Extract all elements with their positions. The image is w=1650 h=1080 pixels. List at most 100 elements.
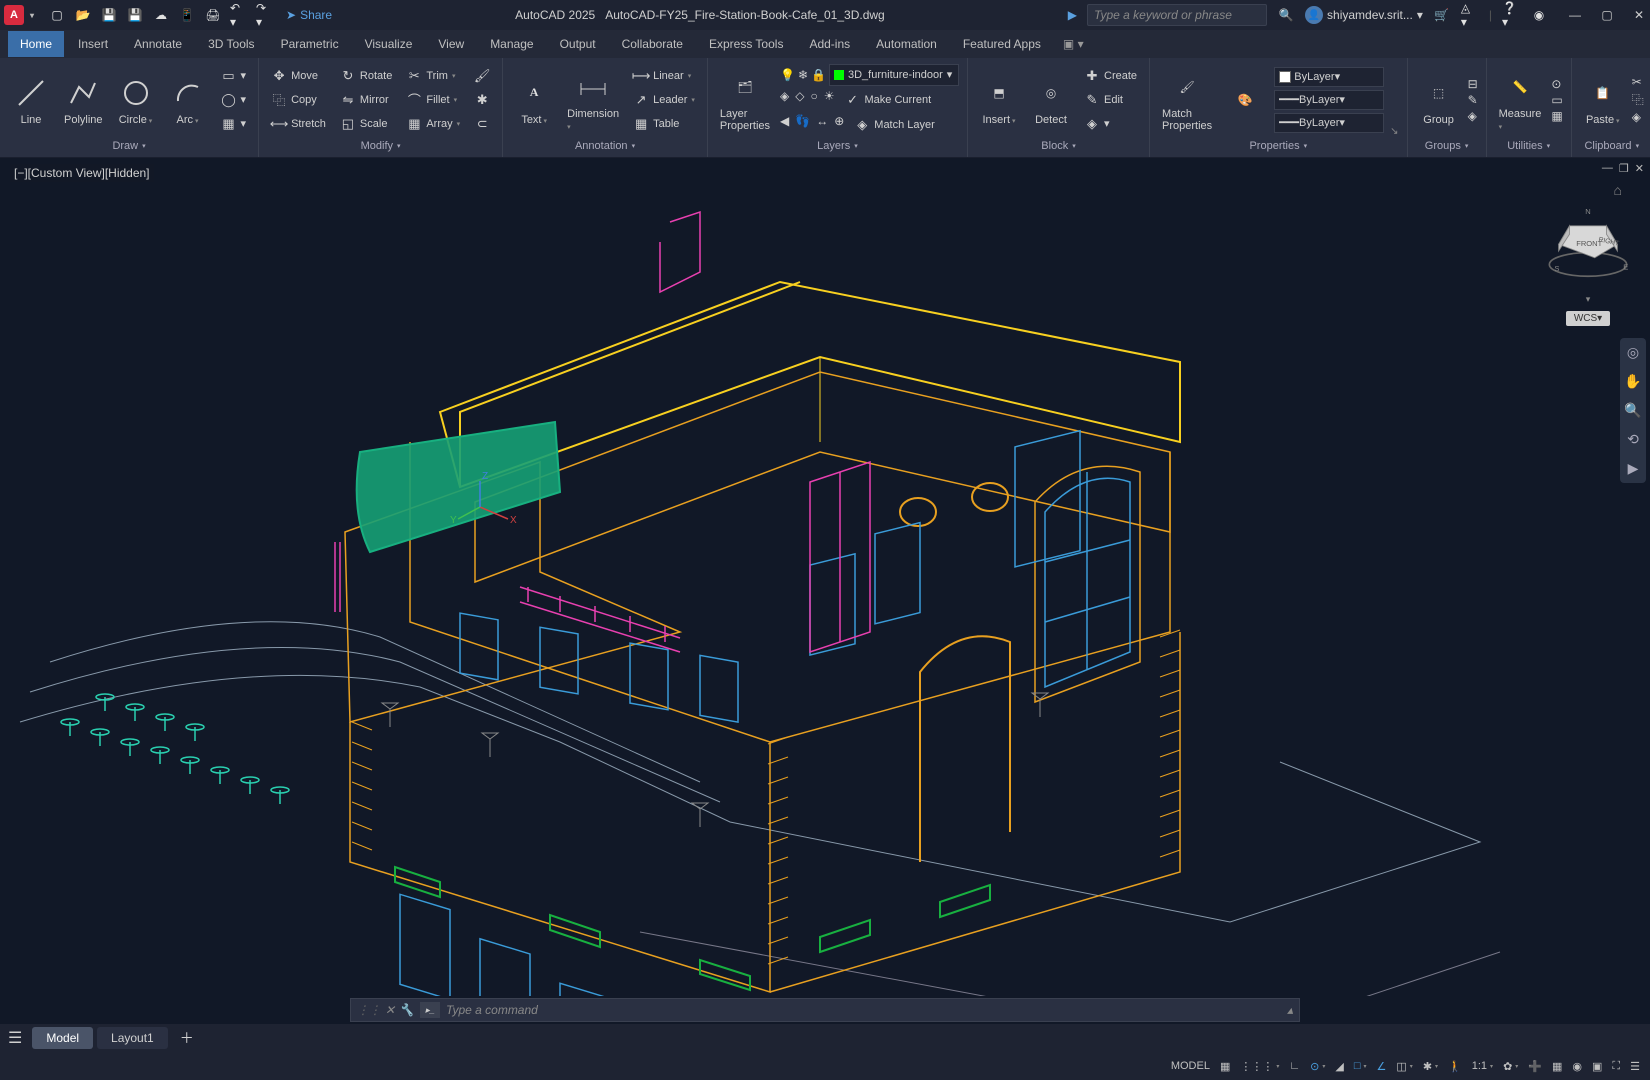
tab-output[interactable]: Output: [548, 31, 608, 57]
array-button[interactable]: ▦Array: [402, 113, 464, 135]
showmotion-icon[interactable]: ▶: [1628, 460, 1639, 477]
ungroup-icon[interactable]: ⊟: [1468, 77, 1478, 91]
app-menu-button[interactable]: A: [4, 5, 24, 25]
leader-button[interactable]: ↗Leader: [629, 89, 699, 111]
linear-button[interactable]: ⟼Linear: [629, 65, 699, 87]
zoom-icon[interactable]: 🔍: [1624, 402, 1641, 419]
cmd-options-icon[interactable]: 🔧: [399, 1003, 414, 1017]
copy-base-icon[interactable]: ◈: [1632, 110, 1644, 124]
help-icon[interactable]: ❔ ▾: [1502, 6, 1520, 24]
layer-lock-icon[interactable]: 🔒: [811, 68, 826, 82]
quickselect-icon[interactable]: ⊙: [1551, 77, 1562, 91]
undo-icon[interactable]: ↶ ▾: [230, 6, 248, 24]
color-bylayer[interactable]: ByLayer ▾: [1274, 67, 1384, 87]
status-ortho-icon[interactable]: ∟: [1289, 1060, 1300, 1072]
status-model[interactable]: MODEL: [1171, 1060, 1210, 1072]
panel-annotation-title[interactable]: Annotation: [511, 137, 699, 155]
selectall-icon[interactable]: ▭: [1551, 93, 1562, 107]
plot-icon[interactable]: 🖨: [204, 6, 222, 24]
group-sel-icon[interactable]: ◈: [1468, 109, 1478, 123]
hatch-button[interactable]: ▦▾: [217, 113, 251, 135]
user-menu[interactable]: 👤 shiyamdev.srit... ▾: [1305, 6, 1423, 24]
panel-layers-title[interactable]: Layers: [716, 137, 959, 155]
command-input[interactable]: ⋮⋮ ✕ 🔧 ▸_ Type a command ▴: [350, 998, 1300, 1022]
detect-button[interactable]: ◎Detect: [1028, 72, 1074, 128]
panel-groups-title[interactable]: Groups: [1416, 137, 1478, 155]
viewcube[interactable]: ⌂ N S E FRONT RIGHT ▾ WCS ▾: [1546, 182, 1630, 326]
scale-button[interactable]: ◱Scale: [336, 113, 396, 135]
steering-wheel-icon[interactable]: ◎: [1627, 344, 1639, 361]
text-button[interactable]: AText: [511, 72, 557, 128]
cut-icon[interactable]: ✂: [1632, 75, 1644, 89]
tab-insert[interactable]: Insert: [66, 31, 120, 57]
open-icon[interactable]: 📂: [74, 6, 92, 24]
layer-on-icon[interactable]: 💡: [780, 68, 795, 82]
group-button[interactable]: ⬚Group: [1416, 72, 1462, 128]
layer-walk-icon[interactable]: 👣: [795, 114, 810, 136]
share-button[interactable]: ➤ Share: [286, 8, 332, 22]
match-layer-button[interactable]: ◈Match Layer: [850, 114, 939, 136]
status-gear-icon[interactable]: ✿: [1503, 1060, 1518, 1073]
circle-button[interactable]: Circle: [113, 72, 159, 128]
layer-iso-icon[interactable]: ◈: [780, 89, 789, 111]
close-button[interactable]: ✕: [1632, 8, 1646, 22]
tab-collaborate[interactable]: Collaborate: [610, 31, 695, 57]
ribbon-expand-button[interactable]: ▣ ▾: [1063, 37, 1084, 51]
pan-icon[interactable]: ✋: [1624, 373, 1641, 390]
panel-properties-title[interactable]: Properties: [1158, 137, 1399, 155]
move-button[interactable]: ✥Move: [267, 65, 330, 87]
status-visualstyle-icon[interactable]: ◫: [1396, 1060, 1412, 1073]
panel-block-title[interactable]: Block: [976, 137, 1141, 155]
search-input[interactable]: Type a keyword or phrase: [1087, 4, 1267, 26]
paste-button[interactable]: 📋Paste: [1580, 72, 1626, 128]
status-snap-icon[interactable]: ⋮⋮⋮: [1240, 1060, 1279, 1073]
block-create-button[interactable]: ✚Create: [1080, 65, 1141, 87]
erase-button[interactable]: 🖌: [470, 65, 494, 87]
layer-freeze-icon[interactable]: ❄: [798, 68, 808, 82]
layer-merge-icon[interactable]: ⊕: [834, 114, 844, 136]
linetype-bylayer[interactable]: ━━━ ByLayer ▾: [1274, 90, 1384, 110]
status-plus-icon[interactable]: ➕: [1528, 1060, 1542, 1073]
home-icon[interactable]: ⌂: [1614, 182, 1622, 198]
new-icon[interactable]: ▢: [48, 6, 66, 24]
layer-prev-icon[interactable]: ◀: [780, 114, 789, 136]
open-web-icon[interactable]: 📱: [178, 6, 196, 24]
measure-button[interactable]: 📏Measure: [1495, 66, 1546, 134]
tab-visualize[interactable]: Visualize: [353, 31, 425, 57]
status-grid-icon[interactable]: ▦: [1220, 1060, 1230, 1073]
tab-add-ins[interactable]: Add-ins: [797, 31, 862, 57]
tab-model[interactable]: Model: [32, 1027, 93, 1049]
fillet-button[interactable]: ⌒Fillet: [402, 89, 464, 111]
orbit-icon[interactable]: ⟲: [1627, 431, 1639, 448]
offset-button[interactable]: ⊂: [470, 113, 494, 135]
saveas-icon[interactable]: 💾: [126, 6, 144, 24]
ellipse-button[interactable]: ◯▾: [217, 89, 251, 111]
rotate-button[interactable]: ↻Rotate: [336, 65, 396, 87]
color-button[interactable]: 🎨: [1222, 79, 1268, 121]
save-icon[interactable]: 💾: [100, 6, 118, 24]
dimension-button[interactable]: Dimension: [563, 66, 623, 134]
status-workspace-icon[interactable]: ◉: [1572, 1060, 1582, 1073]
save-web-icon[interactable]: ☁: [152, 6, 170, 24]
cmd-history-icon[interactable]: ▴: [1287, 1003, 1293, 1017]
layer-thaw-icon[interactable]: ☀: [824, 89, 835, 111]
panel-utilities-title[interactable]: Utilities: [1495, 137, 1563, 155]
tab-home[interactable]: Home: [8, 31, 64, 57]
drawing-area[interactable]: [−][Custom View][Hidden] — ❐ ✕: [0, 158, 1650, 996]
cart-icon[interactable]: 🛒: [1433, 6, 1451, 24]
notification-icon[interactable]: ◉: [1530, 6, 1548, 24]
trim-button[interactable]: ✂Trim: [402, 65, 464, 87]
wcs-tag[interactable]: WCS ▾: [1566, 311, 1610, 326]
layer-combo[interactable]: 3D_furniture-indoor ▾: [829, 64, 959, 86]
block-attribute-button[interactable]: ◈▾: [1080, 113, 1141, 135]
tab-view[interactable]: View: [426, 31, 476, 57]
search-icon[interactable]: 🔍: [1277, 6, 1295, 24]
tab-layout1[interactable]: Layout1: [97, 1027, 168, 1049]
copy-button[interactable]: ⿻Copy: [267, 89, 330, 111]
insert-button[interactable]: ⬒Insert: [976, 72, 1022, 128]
tab-parametric[interactable]: Parametric: [269, 31, 351, 57]
layer-properties-button[interactable]: 🗂Layer Properties: [716, 66, 774, 134]
status-polar-icon[interactable]: ⊙: [1310, 1060, 1325, 1073]
tab-3d-tools[interactable]: 3D Tools: [196, 31, 266, 57]
add-layout-button[interactable]: ＋: [172, 1024, 202, 1052]
